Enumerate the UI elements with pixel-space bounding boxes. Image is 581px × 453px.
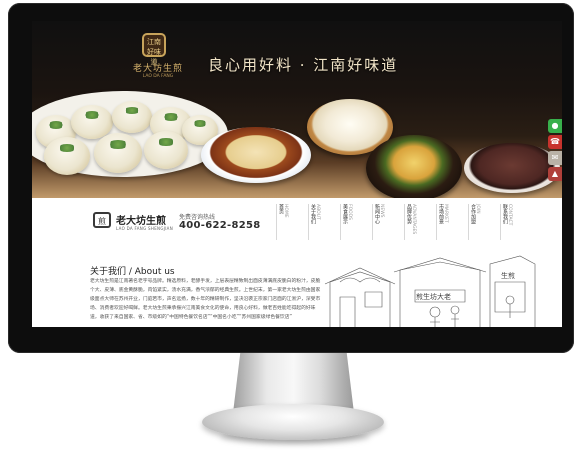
- hero-logo[interactable]: 江南好味道 老大坊生煎 LAO DA FANG: [130, 29, 186, 89]
- soup-bowl-image: [464, 143, 560, 193]
- menu-item-news[interactable]: 新闻中心 NEWS: [372, 204, 387, 240]
- side-float-tabs: ● ☎ ✉ ▲: [548, 119, 562, 183]
- sketch-shop-sign-2: 生煎: [501, 271, 515, 280]
- bun-image: [44, 137, 90, 175]
- menu-item-contact[interactable]: 联系我们 CONTACT: [500, 204, 515, 240]
- bun-image: [144, 131, 188, 169]
- hero-slogan: 良心用好料 · 江南好味道: [208, 56, 399, 74]
- logo-subtitle: LAO DA FANG: [142, 74, 174, 79]
- menu-label-en: MARKET: [443, 204, 448, 223]
- menu-label-en: HOME: [283, 204, 288, 218]
- monitor-stand-base: [202, 404, 384, 440]
- menu-label-en: ADVANTAGES: [411, 204, 416, 235]
- bun-image: [112, 101, 152, 133]
- brand-name[interactable]: 老大坊生煎: [116, 212, 166, 227]
- brand-logo-icon[interactable]: 煎: [93, 212, 111, 228]
- chat-icon[interactable]: ●: [548, 119, 562, 133]
- menu-item-foods[interactable]: 美食展示 FOODS: [340, 204, 355, 240]
- logo-name: 老大坊生煎: [132, 64, 183, 74]
- about-title: 关于我们 / About us: [90, 267, 175, 277]
- about-text: 老大坊生煎是江南著名老字号品牌。精选原料，老酵手发，上层表层精致制出面皮薄满底皮…: [90, 279, 321, 320]
- menu-item-market[interactable]: 市场前景 MARKET: [436, 204, 451, 240]
- about-section: 关于我们 / About us 老大坊生煎是江南著名老字号品牌。精选原料，老酵手…: [32, 242, 562, 327]
- menu-item-about[interactable]: 关于我们 ABOUT: [308, 204, 323, 240]
- menu-item-join[interactable]: 合作加盟 JOIN: [468, 204, 483, 240]
- menu-item-home[interactable]: 首页 HOME: [276, 204, 291, 240]
- bun-image: [71, 105, 113, 139]
- claypot-image: [366, 135, 462, 201]
- phone-icon[interactable]: ☎: [548, 135, 562, 149]
- sketch-shop-sign: 煎生坊大老: [416, 292, 451, 301]
- noodle-bowl-image: [201, 127, 311, 183]
- menu-item-advantages[interactable]: 品牌优势 ADVANTAGES: [404, 204, 419, 240]
- hero-banner: 江南好味道 老大坊生煎 LAO DA FANG 良心用好料 · 江南好味道 ● …: [32, 21, 562, 201]
- menu-label-en: NEWS: [379, 204, 384, 218]
- menu-label-en: ABOUT: [315, 204, 320, 220]
- bun-image: [94, 133, 142, 173]
- hotline-number: 400-622-8258: [179, 220, 261, 231]
- menu-label-en: FOODS: [347, 204, 352, 220]
- top-icon[interactable]: ▲: [548, 167, 562, 181]
- street-sketch-illustration: 煎生坊大老 生煎: [324, 255, 536, 327]
- nav-bar: 煎 老大坊生煎 LAO DA FANG SHENGJIAN 免费咨询热线 400…: [32, 198, 562, 242]
- message-icon[interactable]: ✉: [548, 151, 562, 165]
- monitor-frame: 江南好味道 老大坊生煎 LAO DA FANG 良心用好料 · 江南好味道 ● …: [8, 3, 574, 353]
- menu-label-en: JOIN: [475, 204, 480, 214]
- brand-english: LAO DA FANG SHENGJIAN: [116, 226, 174, 231]
- logo-seal: 江南好味道: [142, 33, 166, 66]
- website-screen: 江南好味道 老大坊生煎 LAO DA FANG 良心用好料 · 江南好味道 ● …: [32, 21, 562, 327]
- menu-label-en: CONTACT: [507, 204, 512, 226]
